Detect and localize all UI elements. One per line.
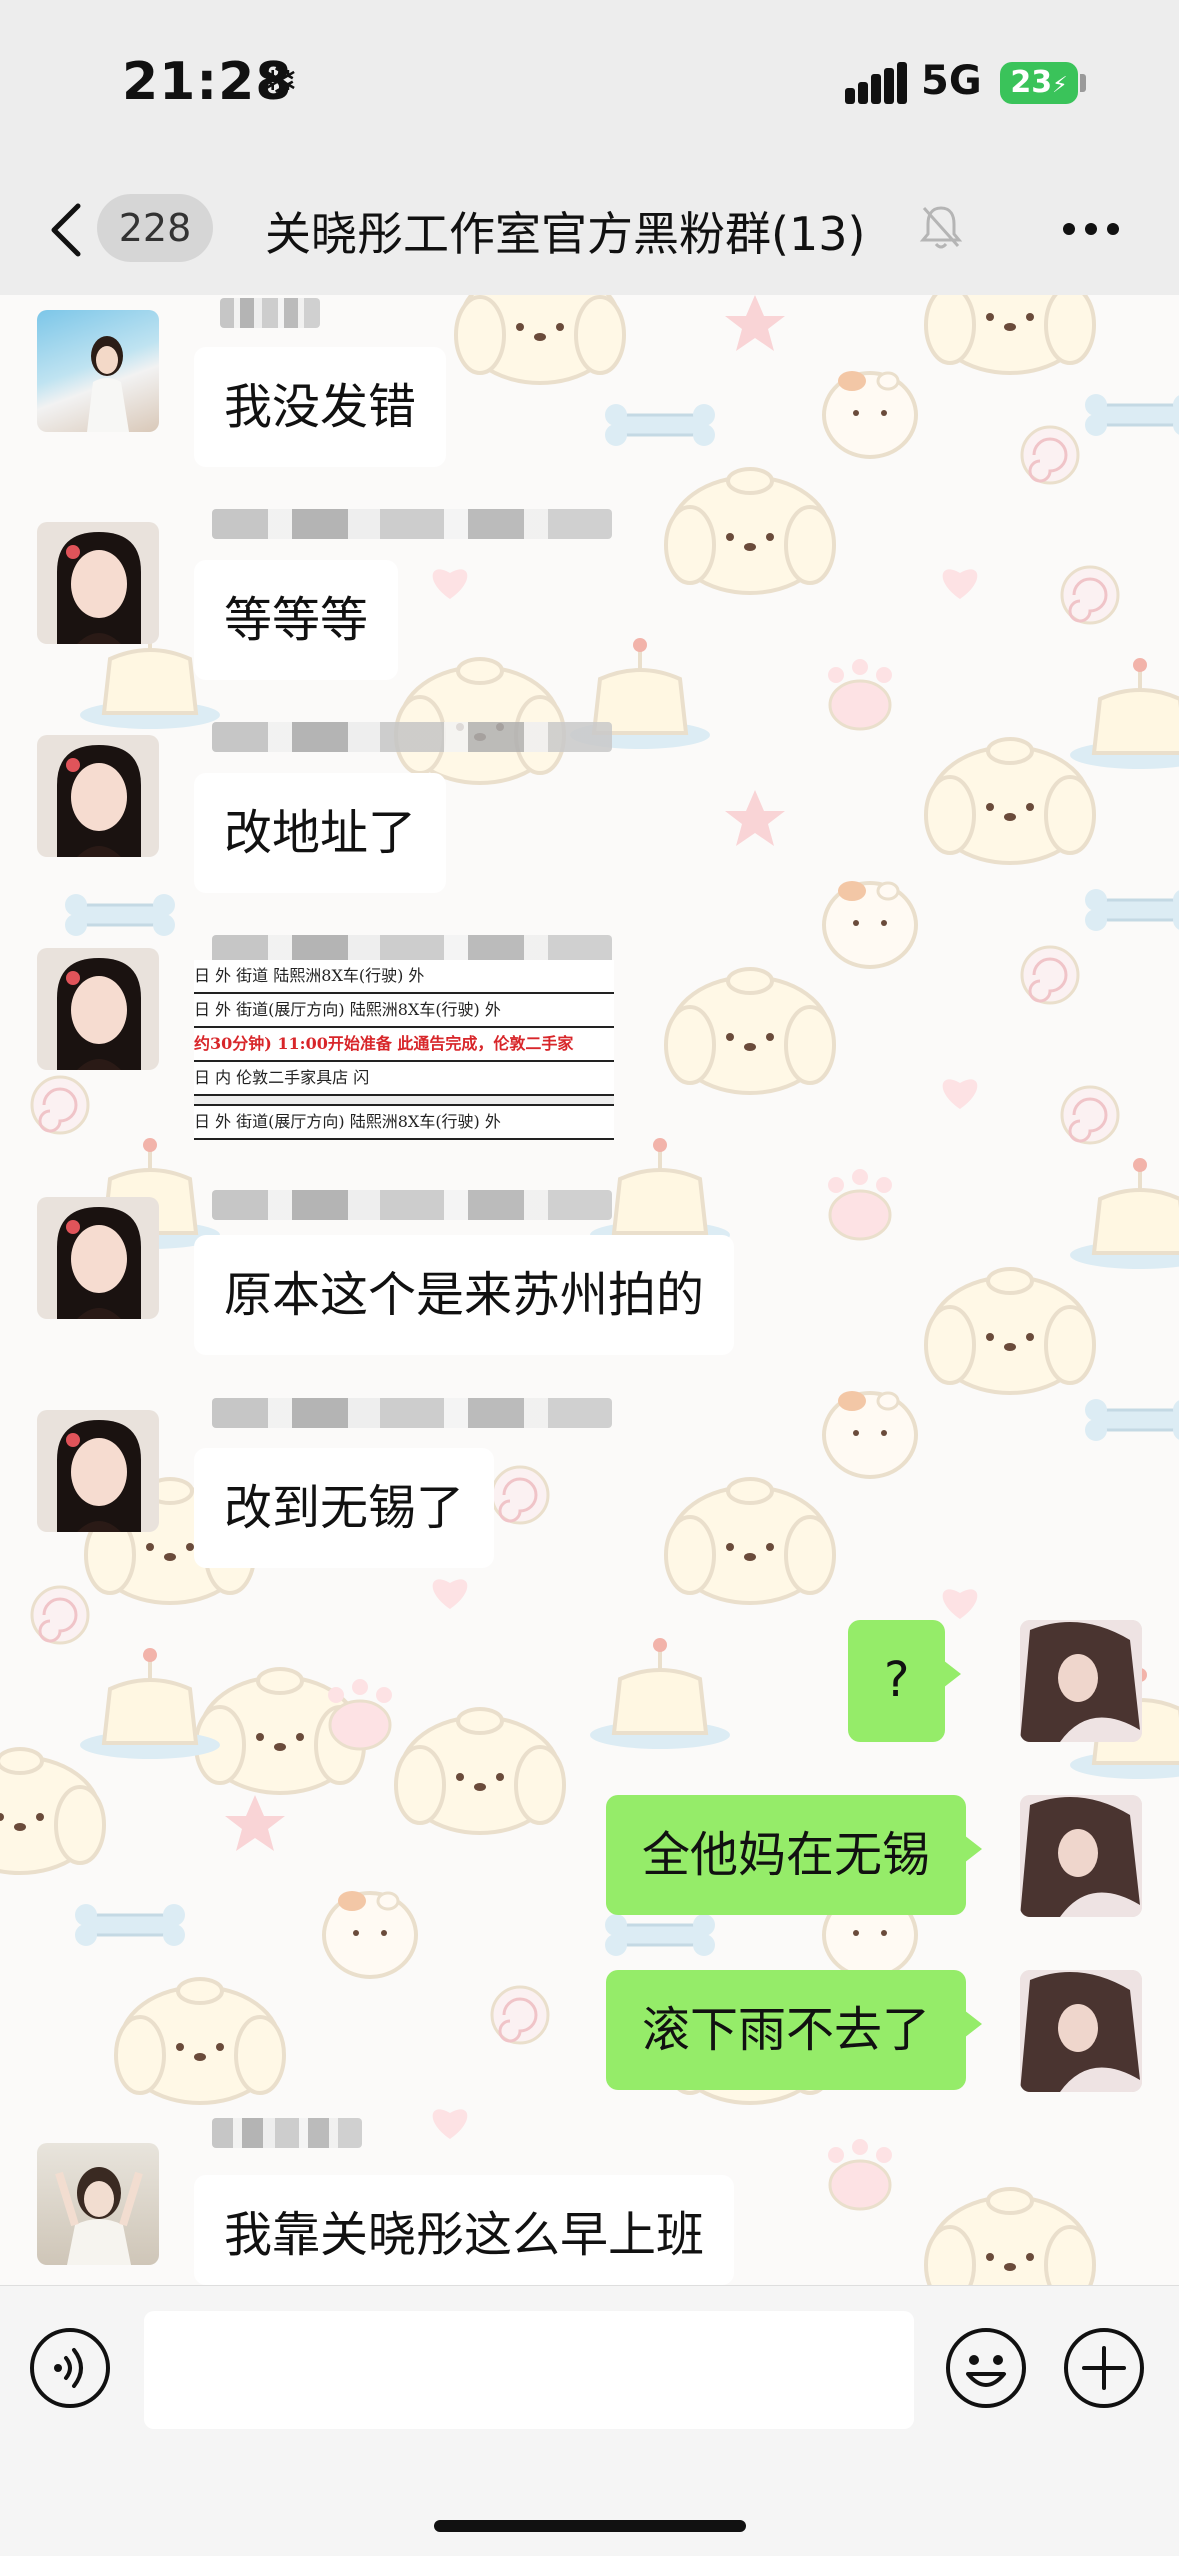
battery-cap [1080, 74, 1086, 92]
avatar[interactable] [37, 522, 159, 644]
own-avatar-portrait [1020, 1795, 1142, 1917]
avatar[interactable] [37, 1197, 159, 1319]
sender-nickname [220, 298, 320, 328]
avatar-portrait [57, 958, 141, 1070]
schedule-row: 约30分钟) 11:00开始准备 此通告完成，伦敦二手家 [194, 1028, 614, 1062]
sender-nickname [212, 509, 612, 539]
avatar[interactable] [37, 948, 159, 1070]
message-bubble[interactable]: 我靠关晓彤这么早上班 [194, 2175, 735, 2285]
message-bubble-own[interactable]: 全他妈在无锡 [606, 1795, 983, 1915]
avatar[interactable] [37, 2143, 159, 2265]
message-bubble-own[interactable]: 滚下雨不去了 [606, 1970, 983, 2090]
own-avatar[interactable] [1020, 1620, 1142, 1742]
snowflake-icon: ❄ [262, 56, 299, 107]
avatar[interactable] [37, 310, 159, 432]
message-bubble[interactable]: 我没发错 [194, 347, 447, 467]
own-avatar[interactable] [1020, 1795, 1142, 1917]
message-bubble[interactable]: 改地址了 [194, 773, 447, 893]
voice-icon[interactable] [28, 2326, 112, 2410]
avatar-portrait [57, 745, 141, 857]
schedule-row: 日 外 街道 陆熙洲8X车(行驶) 外 [194, 960, 614, 994]
more-dots-icon[interactable] [1062, 222, 1120, 236]
own-avatar-portrait [1020, 1970, 1142, 2092]
schedule-row: 日 外 街道(展厅方向) 陆熙洲8X车(行驶) 外 [194, 994, 614, 1028]
sender-nickname [212, 1190, 612, 1220]
avatar[interactable] [37, 1410, 159, 1532]
avatar[interactable] [37, 735, 159, 857]
message-bubble[interactable]: 改到无锡了 [194, 1448, 495, 1568]
emoji-icon[interactable] [944, 2326, 1028, 2410]
avatar-portrait [57, 1207, 141, 1319]
avatar-portrait [57, 1420, 141, 1532]
schedule-row: 日 外 街道(展厅方向) 陆熙洲8X车(行驶) 外 [194, 1106, 614, 1140]
sender-nickname [212, 2118, 362, 2148]
sender-nickname [212, 1398, 612, 1428]
own-avatar-portrait [1020, 1620, 1142, 1742]
home-indicator[interactable] [434, 2520, 746, 2532]
message-input[interactable] [144, 2311, 914, 2429]
chat-title: 关晓彤工作室官方黑粉群(13) [265, 207, 866, 261]
unread-count-badge[interactable]: 228 [97, 194, 213, 262]
bell-muted-icon [919, 206, 963, 249]
schedule-image-message[interactable]: 日 外 街道 陆熙洲8X车(行驶) 外 日 外 街道(展厅方向) 陆熙洲8X车(… [194, 960, 614, 1140]
network-type: 5G [921, 58, 982, 104]
battery-level: 23 [1010, 65, 1053, 100]
schedule-row [194, 1096, 614, 1106]
own-avatar[interactable] [1020, 1970, 1142, 2092]
signal-strength-icon [845, 62, 907, 104]
schedule-row: 日 内 伦敦二手家具店 闪 [194, 1062, 614, 1096]
battery-indicator: 23⚡ [1000, 62, 1078, 104]
message-bubble[interactable]: 原本这个是来苏州拍的 [194, 1235, 735, 1355]
avatar-portrait [55, 2167, 143, 2265]
message-bubble-own[interactable]: ? [848, 1620, 963, 1742]
avatar-portrait [87, 336, 129, 432]
avatar-portrait [57, 532, 141, 644]
message-bubble[interactable]: 等等等 [194, 560, 399, 680]
sender-nickname [212, 722, 612, 752]
back-chevron-icon[interactable] [46, 200, 86, 260]
plus-icon[interactable] [1062, 2326, 1146, 2410]
